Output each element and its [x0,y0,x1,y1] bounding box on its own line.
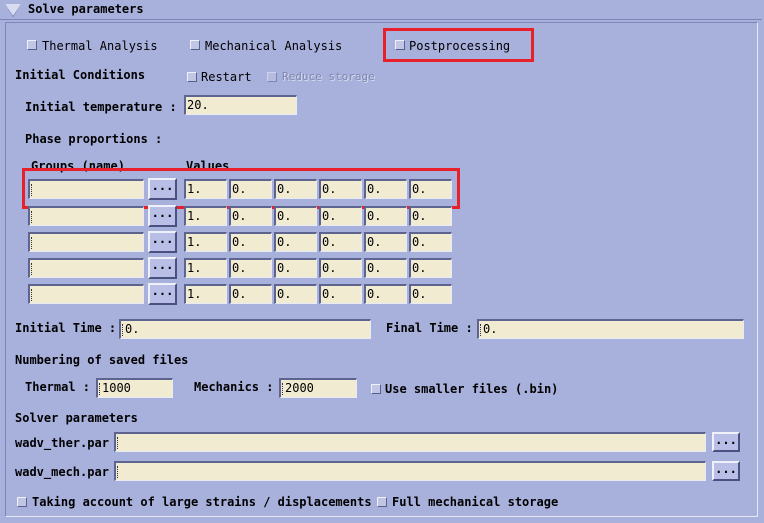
phase-value-input[interactable]: 0. [364,206,407,226]
saved-files-heading: Numbering of saved files [15,353,189,367]
phase-value-input[interactable]: 0. [229,284,272,304]
mechanics-number-input[interactable]: 2000 [279,378,357,398]
wadv-mech-input[interactable] [114,461,706,481]
group-browse-button[interactable]: ... [148,257,177,279]
final-time-label: Final Time : [386,321,473,335]
final-time-input[interactable]: 0. [477,319,744,339]
phase-value-input[interactable]: 1. [184,206,227,226]
wadv-mech-browse-button[interactable]: ... [712,461,740,481]
collapse-triangle-icon[interactable] [5,4,21,16]
mechanical-analysis-label: Mechanical Analysis [205,39,343,53]
wadv-mech-label: wadv_mech.par [15,465,109,479]
wadv-ther-input[interactable] [114,432,706,452]
initial-conditions-heading: Initial Conditions [15,68,146,82]
text-caret [117,436,119,449]
large-strains-checkbox[interactable] [17,497,27,507]
text-caret [31,236,33,249]
mechanics-label: Mechanics : [194,380,274,394]
phase-value-input[interactable]: 0. [319,179,362,199]
phase-value-input[interactable]: 0. [409,258,452,278]
phase-value-input[interactable]: 1. [184,179,227,199]
phase-value-input[interactable]: 0. [229,258,272,278]
phase-value-input[interactable]: 1. [184,258,227,278]
phase-value-input[interactable]: 0. [274,258,317,278]
text-caret [99,382,101,395]
section-title: Solve parameters [28,2,144,16]
group-name-input[interactable] [28,232,144,252]
phase-value-input[interactable]: 0. [319,206,362,226]
phase-proportions-label: Phase proportions : [25,132,163,146]
initial-temperature-input[interactable]: 20. [184,95,297,115]
thermal-number-input[interactable]: 1000 [96,378,173,398]
phase-value-input[interactable]: 0. [364,179,407,199]
postprocessing-label: Postprocessing [409,39,511,53]
phase-value-input[interactable]: 0. [274,232,317,252]
group-name-input[interactable] [28,258,144,278]
group-name-input[interactable] [28,179,144,199]
thermal-analysis-label: Thermal Analysis [42,39,158,53]
thermal-analysis-checkbox[interactable] [27,40,37,50]
phase-value-input[interactable]: 1. [184,232,227,252]
group-browse-button[interactable]: ... [148,205,177,227]
text-caret [122,323,124,336]
phase-value-input[interactable]: 0. [274,206,317,226]
restart-label: Restart [201,70,252,84]
initial-time-input[interactable]: 0. [119,319,371,339]
initial-time-label: Initial Time : [15,321,117,335]
text-caret [31,288,33,301]
reduce-storage-checkbox [267,72,277,82]
restart-checkbox[interactable] [187,72,197,82]
phase-value-input[interactable]: 0. [409,232,452,252]
group-browse-button[interactable]: ... [148,231,177,253]
phase-value-input[interactable]: 0. [319,258,362,278]
text-caret [31,183,33,196]
group-browse-button[interactable]: ... [148,283,177,305]
smaller-files-label: Use smaller files (.bin) [385,382,559,396]
large-strains-label: Taking account of large strains / displa… [32,495,372,509]
text-caret [480,323,482,336]
reduce-storage-label: Reduce storage [282,70,375,83]
wadv-ther-browse-button[interactable]: ... [712,432,740,452]
smaller-files-checkbox[interactable] [371,384,381,394]
phase-value-input[interactable]: 1. [184,284,227,304]
phase-value-input[interactable]: 0. [229,179,272,199]
phase-value-input[interactable]: 0. [274,179,317,199]
phase-value-input[interactable]: 0. [229,206,272,226]
group-name-input[interactable] [28,206,144,226]
wadv-ther-label: wadv_ther.par [15,436,109,450]
phase-value-input[interactable]: 0. [364,232,407,252]
initial-temperature-label: Initial temperature : [25,100,177,114]
phase-value-input[interactable]: 0. [229,232,272,252]
full-storage-checkbox[interactable] [377,497,387,507]
phase-value-input[interactable]: 0. [364,284,407,304]
mechanical-analysis-checkbox[interactable] [190,40,200,50]
text-caret [117,465,119,478]
solver-parameters-heading: Solver parameters [15,411,138,425]
phase-value-input[interactable]: 0. [364,258,407,278]
postprocessing-checkbox[interactable] [395,40,405,50]
phase-value-input[interactable]: 0. [409,284,452,304]
group-name-input[interactable] [28,284,144,304]
phase-value-input[interactable]: 0. [409,179,452,199]
group-browse-button[interactable]: ... [148,178,177,200]
thermal-label: Thermal : [25,380,91,394]
phase-value-input[interactable]: 0. [319,232,362,252]
text-caret [31,210,33,223]
text-caret [282,382,284,395]
full-storage-label: Full mechanical storage [392,495,559,509]
phase-value-input[interactable]: 0. [319,284,362,304]
phase-value-input[interactable]: 0. [409,206,452,226]
phase-value-input[interactable]: 0. [274,284,317,304]
text-caret [31,262,33,275]
